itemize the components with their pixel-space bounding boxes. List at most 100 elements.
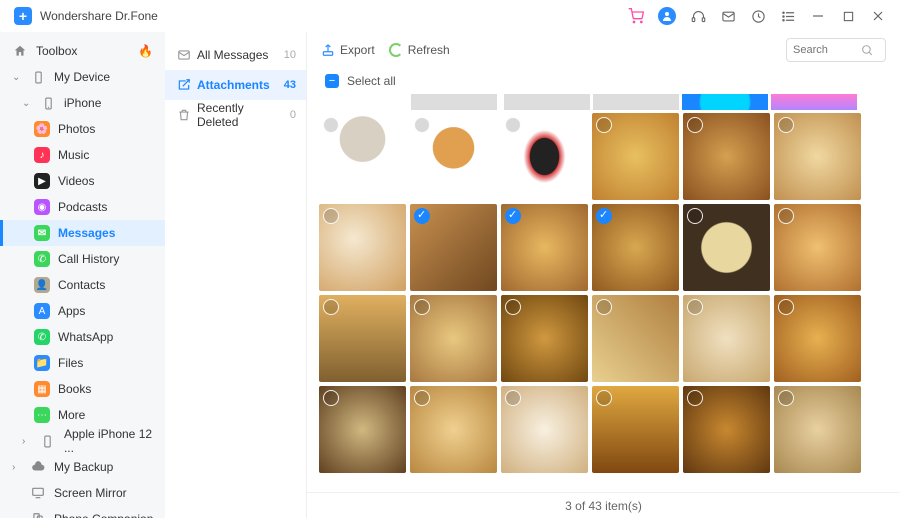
attachment-thumbnail[interactable] bbox=[774, 204, 861, 291]
list-icon[interactable] bbox=[780, 8, 796, 24]
flame-icon: 🔥 bbox=[138, 44, 153, 58]
sidebar-item-whatsapp[interactable]: ✆WhatsApp bbox=[0, 324, 165, 350]
attachment-thumbnail[interactable] bbox=[592, 386, 679, 473]
sidebar-item-phone-companion[interactable]: Phone Companion bbox=[0, 506, 165, 518]
thumbnail-checkbox[interactable] bbox=[778, 390, 794, 406]
mail-icon[interactable] bbox=[720, 8, 736, 24]
maximize-button[interactable] bbox=[840, 8, 856, 24]
attachment-thumbnail[interactable] bbox=[410, 386, 497, 473]
thumbnail-checkbox[interactable] bbox=[414, 299, 430, 315]
sidebar-item-books[interactable]: ▦Books bbox=[0, 376, 165, 402]
thumbnail-checkbox[interactable] bbox=[596, 390, 612, 406]
app-icon: ▦ bbox=[34, 381, 50, 397]
attachment-thumbnail[interactable] bbox=[501, 113, 588, 200]
headset-icon[interactable] bbox=[690, 8, 706, 24]
attachment-thumbnail[interactable] bbox=[410, 295, 497, 382]
user-icon[interactable] bbox=[658, 7, 676, 25]
attachment-thumbnail[interactable] bbox=[592, 295, 679, 382]
thumbnail-checkbox[interactable] bbox=[778, 299, 794, 315]
chevron-right-icon: › bbox=[12, 462, 22, 473]
sidebar-item-call-history[interactable]: ✆Call History bbox=[0, 246, 165, 272]
close-button[interactable] bbox=[870, 8, 886, 24]
category-column: All Messages10Attachments43Recently Dele… bbox=[165, 32, 307, 518]
app-title: Wondershare Dr.Fone bbox=[40, 9, 158, 23]
thumbnail-checkbox[interactable] bbox=[323, 390, 339, 406]
attachment-thumbnail[interactable] bbox=[410, 204, 497, 291]
attachment-thumbnail[interactable] bbox=[410, 113, 497, 200]
thumbnail-checkbox[interactable] bbox=[778, 117, 794, 133]
refresh-button[interactable]: Refresh bbox=[389, 43, 450, 57]
export-label: Export bbox=[340, 43, 375, 57]
sidebar-item-messages[interactable]: ✉Messages bbox=[0, 220, 165, 246]
cart-icon[interactable] bbox=[628, 8, 644, 24]
thumbnail-checkbox[interactable] bbox=[414, 390, 430, 406]
attachment-thumbnail[interactable] bbox=[501, 295, 588, 382]
sidebar-item-music[interactable]: ♪Music bbox=[0, 142, 165, 168]
thumbnail-checkbox[interactable] bbox=[505, 208, 521, 224]
category-all-messages[interactable]: All Messages10 bbox=[165, 40, 306, 70]
attachment-thumbnail[interactable] bbox=[501, 204, 588, 291]
sidebar-item-toolbox[interactable]: Toolbox 🔥 bbox=[0, 38, 165, 64]
thumbnail-checkbox[interactable] bbox=[414, 208, 430, 224]
thumbnail-checkbox[interactable] bbox=[687, 208, 703, 224]
attachment-thumbnail[interactable] bbox=[774, 295, 861, 382]
thumbnail-checkbox[interactable] bbox=[323, 117, 339, 133]
app-icon: ✆ bbox=[34, 329, 50, 345]
attachment-thumbnail[interactable] bbox=[592, 204, 679, 291]
thumbnail-checkbox[interactable] bbox=[323, 208, 339, 224]
thumbnail-checkbox[interactable] bbox=[505, 117, 521, 133]
thumbnail-checkbox[interactable] bbox=[505, 390, 521, 406]
attachment-thumbnail[interactable] bbox=[319, 204, 406, 291]
attachment-thumbnail[interactable] bbox=[319, 386, 406, 473]
sidebar-item-iphone[interactable]: ⌄ iPhone bbox=[0, 90, 165, 116]
thumbnail-checkbox[interactable] bbox=[687, 299, 703, 315]
thumbnail-checkbox[interactable] bbox=[596, 117, 612, 133]
app-icon: ♪ bbox=[34, 147, 50, 163]
sidebar-item-my-device[interactable]: ⌄ My Device bbox=[0, 64, 165, 90]
minimize-button[interactable] bbox=[810, 8, 826, 24]
category-recently-deleted[interactable]: Recently Deleted0 bbox=[165, 100, 306, 130]
attachment-thumbnail[interactable] bbox=[319, 295, 406, 382]
history-icon[interactable] bbox=[750, 8, 766, 24]
sidebar-item-apps[interactable]: AApps bbox=[0, 298, 165, 324]
select-all-checkbox[interactable]: − bbox=[325, 74, 339, 88]
attachment-thumbnail[interactable] bbox=[774, 386, 861, 473]
thumbnail-checkbox[interactable] bbox=[596, 208, 612, 224]
titlebar: + Wondershare Dr.Fone bbox=[0, 0, 900, 32]
attachment-thumbnail[interactable] bbox=[501, 386, 588, 473]
app-icon: 🌸 bbox=[34, 121, 50, 137]
attachment-thumbnail[interactable] bbox=[592, 113, 679, 200]
attachment-thumbnail[interactable] bbox=[683, 113, 770, 200]
sidebar-label: My Device bbox=[54, 70, 110, 84]
sidebar-item-apple-iphone[interactable]: › Apple iPhone 12 ... bbox=[0, 428, 165, 454]
sidebar-label: Screen Mirror bbox=[54, 486, 127, 500]
attachment-thumbnail[interactable] bbox=[319, 113, 406, 200]
app-logo: + bbox=[14, 7, 32, 25]
export-button[interactable]: Export bbox=[321, 43, 375, 57]
thumbnail-checkbox[interactable] bbox=[596, 299, 612, 315]
sidebar-item-my-backup[interactable]: › My Backup bbox=[0, 454, 165, 480]
sidebar-item-files[interactable]: 📁Files bbox=[0, 350, 165, 376]
search-input[interactable] bbox=[793, 44, 861, 56]
sidebar-item-videos[interactable]: ▶Videos bbox=[0, 168, 165, 194]
thumbnail-checkbox[interactable] bbox=[414, 117, 430, 133]
sidebar-item-contacts[interactable]: 👤Contacts bbox=[0, 272, 165, 298]
category-label: Recently Deleted bbox=[197, 101, 284, 129]
sidebar-item-more[interactable]: ⋯More bbox=[0, 402, 165, 428]
category-attachments[interactable]: Attachments43 bbox=[165, 70, 306, 100]
attachment-thumbnail[interactable] bbox=[683, 204, 770, 291]
select-all-row[interactable]: − Select all bbox=[307, 68, 900, 94]
thumbnail-checkbox[interactable] bbox=[687, 390, 703, 406]
thumbnail-checkbox[interactable] bbox=[778, 208, 794, 224]
sidebar-item-podcasts[interactable]: ◉Podcasts bbox=[0, 194, 165, 220]
attachment-thumbnail[interactable] bbox=[774, 113, 861, 200]
attachment-thumbnail[interactable] bbox=[683, 386, 770, 473]
thumbnail-checkbox[interactable] bbox=[687, 117, 703, 133]
thumbnail-checkbox[interactable] bbox=[323, 299, 339, 315]
sidebar-item-screen-mirror[interactable]: Screen Mirror bbox=[0, 480, 165, 506]
sidebar-item-photos[interactable]: 🌸Photos bbox=[0, 116, 165, 142]
attachment-thumbnail[interactable] bbox=[683, 295, 770, 382]
search-box[interactable] bbox=[786, 38, 886, 62]
companion-icon bbox=[30, 511, 46, 518]
thumbnail-checkbox[interactable] bbox=[505, 299, 521, 315]
